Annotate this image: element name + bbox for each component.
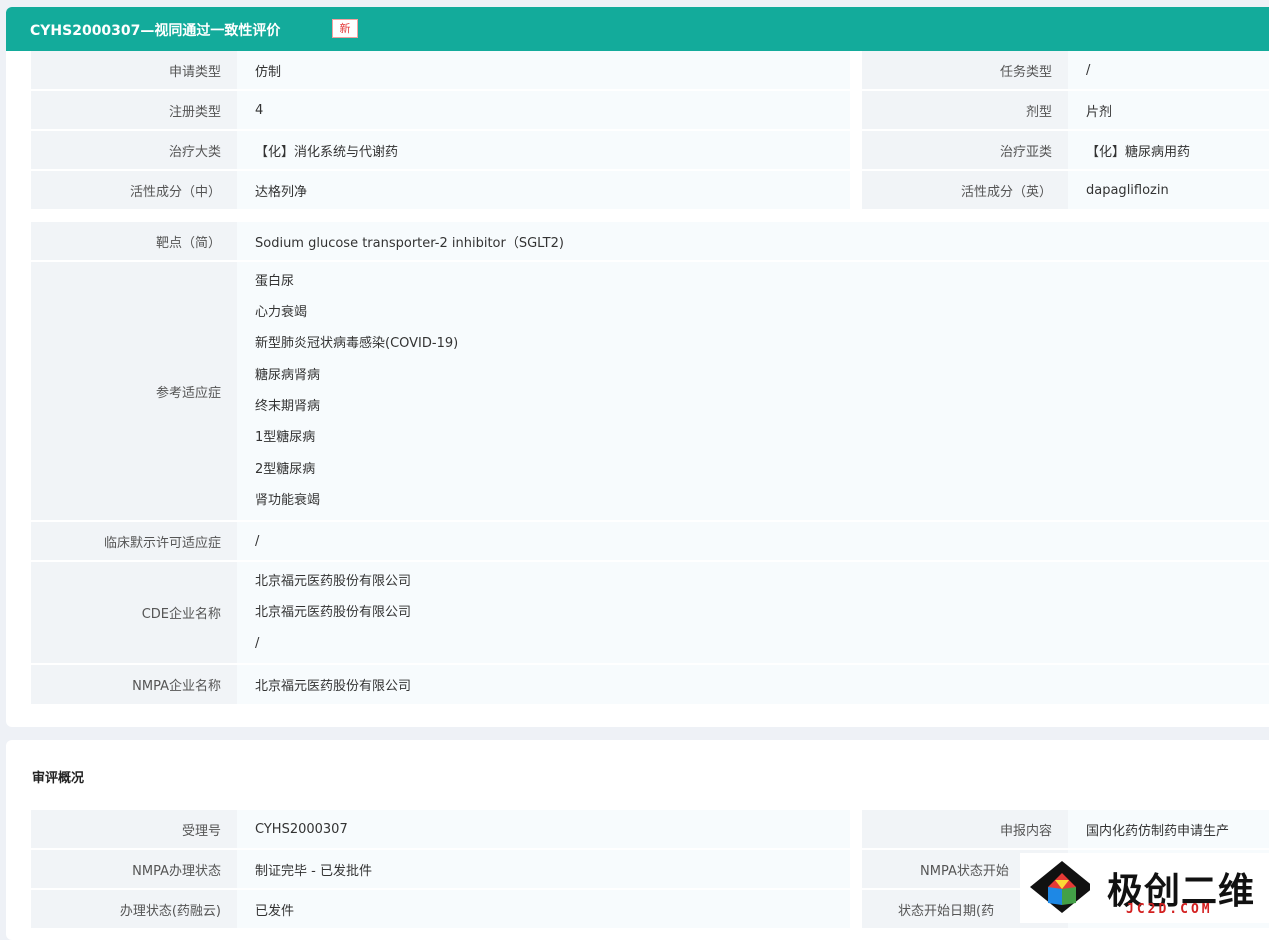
label-target: 靶点（简） <box>31 222 237 260</box>
indication-item: 心力衰竭 <box>255 305 308 321</box>
value-active-ingredient-cn: 达格列净 <box>237 171 850 209</box>
indication-item: 糖尿病肾病 <box>255 367 321 383</box>
label-clinical-indication: 临床默示许可适应症 <box>31 522 237 560</box>
label-application-type: 申请类型 <box>31 51 237 89</box>
value-dosage-form: 片剂 <box>1068 91 1269 129</box>
value-target: Sodium glucose transporter-2 inhibitor（S… <box>237 222 1269 260</box>
value-therapy-category: 【化】消化系统与代谢药 <box>237 131 850 169</box>
indication-item: 终末期肾病 <box>255 399 321 414</box>
value-nmpa-status: 制证完毕 - 已发批件 <box>237 850 850 888</box>
value-submission-content: 国内化药仿制药申请生产 <box>1068 810 1269 848</box>
label-nmpa-company: NMPA企业名称 <box>31 665 237 704</box>
cde-company-item: / <box>255 636 260 652</box>
label-submission-content: 申报内容 <box>862 810 1068 848</box>
label-active-ingredient-cn: 活性成分（中） <box>31 171 237 209</box>
value-application-type: 仿制 <box>237 51 850 89</box>
watermark-text-en: JC2D.COM <box>1126 902 1213 917</box>
value-registration-type: 4 <box>237 91 850 129</box>
value-nmpa-company: 北京福元医药股份有限公司 <box>237 665 1269 704</box>
label-nmpa-status: NMPA办理状态 <box>31 850 237 888</box>
value-clinical-indication: / <box>237 522 1269 560</box>
indication-item: 肾功能衰竭 <box>255 492 321 508</box>
label-cde-company: CDE企业名称 <box>31 562 237 663</box>
value-therapy-subcategory: 【化】糖尿病用药 <box>1068 131 1269 169</box>
label-registration-type: 注册类型 <box>31 91 237 129</box>
cube-icon <box>1030 861 1090 913</box>
label-handling-status: 办理状态(药融云) <box>31 890 237 928</box>
card-title: CYHS2000307—视同通过一致性评价 <box>30 23 281 39</box>
value-acceptance-no: CYHS2000307 <box>237 810 850 848</box>
value-active-ingredient-en: dapagliflozin <box>1068 171 1269 209</box>
label-acceptance-no: 受理号 <box>31 810 237 848</box>
value-indications: 蛋白尿 心力衰竭 新型肺炎冠状病毒感染(COVID-19) 糖尿病肾病 终末期肾… <box>237 262 1269 520</box>
label-task-type: 任务类型 <box>862 51 1068 89</box>
value-task-type: / <box>1068 51 1269 89</box>
cde-company-item: 北京福元医药股份有限公司 <box>255 604 412 620</box>
indication-item: 蛋白尿 <box>255 273 295 289</box>
new-badge: 新 <box>332 19 358 38</box>
review-section-title: 审评概况 <box>32 771 85 786</box>
cde-company-item: 北京福元医药股份有限公司 <box>255 573 412 589</box>
label-therapy-subcategory: 治疗亚类 <box>862 131 1068 169</box>
label-indications: 参考适应症 <box>31 262 237 520</box>
indication-item: 新型肺炎冠状病毒感染(COVID-19) <box>255 336 459 352</box>
value-handling-status: 已发件 <box>237 890 850 928</box>
value-cde-company: 北京福元医药股份有限公司 北京福元医药股份有限公司 / <box>237 562 1269 663</box>
label-dosage-form: 剂型 <box>862 91 1068 129</box>
label-therapy-category: 治疗大类 <box>31 131 237 169</box>
label-active-ingredient-en: 活性成分（英） <box>862 171 1068 209</box>
indication-item: 1型糖尿病 <box>255 430 316 446</box>
indication-item: 2型糖尿病 <box>255 461 316 477</box>
